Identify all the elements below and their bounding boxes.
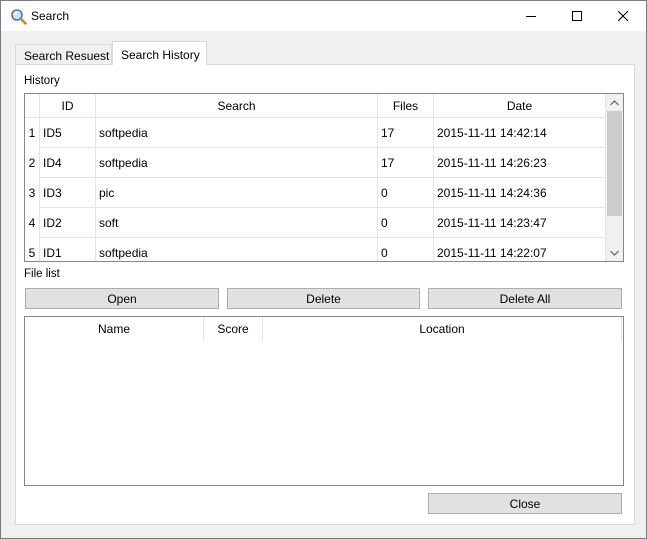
cell-id: ID2 — [40, 208, 96, 238]
cell-search: softpedia — [96, 118, 378, 148]
cell-date: 2015-11-11 14:26:23 — [434, 148, 606, 178]
cell-search: softpedia — [96, 148, 378, 178]
cell-date: 2015-11-11 14:22:07 — [434, 238, 606, 261]
scroll-up-button[interactable] — [606, 94, 623, 111]
maximize-icon — [572, 11, 582, 21]
delete-all-button[interactable]: Delete All — [428, 288, 622, 309]
cell-date: 2015-11-11 14:42:14 — [434, 118, 606, 148]
cell-id: ID4 — [40, 148, 96, 178]
table-row[interactable]: 4 ID2 soft 0 2015-11-11 14:23:47 — [25, 208, 607, 238]
minimize-icon — [526, 16, 536, 17]
chevron-up-icon — [610, 99, 619, 105]
row-number: 4 — [25, 208, 40, 238]
table-row[interactable]: 3 ID3 pic 0 2015-11-11 14:24:36 — [25, 178, 607, 208]
cell-search: softpedia — [96, 238, 378, 261]
column-header-id[interactable]: ID — [40, 94, 96, 118]
column-header-location[interactable]: Location — [263, 317, 622, 341]
tab-search-request[interactable]: Search Resuest — [15, 44, 112, 65]
cell-files: 0 — [378, 178, 434, 208]
table-row[interactable]: 2 ID4 softpedia 17 2015-11-11 14:26:23 — [25, 148, 607, 178]
scroll-thumb[interactable] — [607, 111, 622, 216]
chevron-down-icon — [610, 250, 619, 256]
row-number: 1 — [25, 118, 40, 148]
minimize-button[interactable] — [508, 1, 554, 31]
scroll-down-button[interactable] — [606, 244, 623, 261]
close-window-button[interactable] — [600, 1, 646, 31]
column-header-date[interactable]: Date — [434, 94, 606, 118]
close-icon — [618, 11, 628, 21]
cell-files: 0 — [378, 208, 434, 238]
maximize-button[interactable] — [554, 1, 600, 31]
cell-id: ID1 — [40, 238, 96, 261]
tab-search-history[interactable]: Search History — [112, 41, 207, 65]
table-row[interactable]: 5 ID1 softpedia 0 2015-11-11 14:22:07 — [25, 238, 607, 261]
row-number: 3 — [25, 178, 40, 208]
history-label: History — [24, 75, 60, 87]
magnifier-icon — [10, 8, 27, 25]
cell-id: ID3 — [40, 178, 96, 208]
cell-date: 2015-11-11 14:23:47 — [434, 208, 606, 238]
file-list-label: File list — [24, 268, 60, 280]
row-header-corner — [25, 94, 40, 118]
column-header-score[interactable]: Score — [204, 317, 263, 341]
cell-search: pic — [96, 178, 378, 208]
history-table: ID Search Files Date 1 ID5 softpedia 17 … — [24, 93, 624, 262]
column-header-name[interactable]: Name — [25, 317, 204, 341]
cell-files: 0 — [378, 238, 434, 261]
window-title: Search — [31, 9, 70, 23]
title-bar[interactable]: Search — [1, 1, 646, 31]
column-header-files[interactable]: Files — [378, 94, 434, 118]
cell-date: 2015-11-11 14:24:36 — [434, 178, 606, 208]
open-button[interactable]: Open — [25, 288, 219, 309]
history-vertical-scrollbar[interactable] — [606, 94, 623, 261]
row-number: 5 — [25, 238, 40, 261]
delete-button[interactable]: Delete — [227, 288, 420, 309]
cell-id: ID5 — [40, 118, 96, 148]
column-header-search[interactable]: Search — [96, 94, 378, 118]
cell-files: 17 — [378, 148, 434, 178]
file-list-table[interactable]: Name Score Location — [24, 316, 624, 486]
close-button[interactable]: Close — [428, 493, 622, 514]
cell-search: soft — [96, 208, 378, 238]
row-number: 2 — [25, 148, 40, 178]
table-row[interactable]: 1 ID5 softpedia 17 2015-11-11 14:42:14 — [25, 118, 607, 148]
search-window: Search Search Resuest Search History His… — [0, 0, 647, 539]
cell-files: 17 — [378, 118, 434, 148]
